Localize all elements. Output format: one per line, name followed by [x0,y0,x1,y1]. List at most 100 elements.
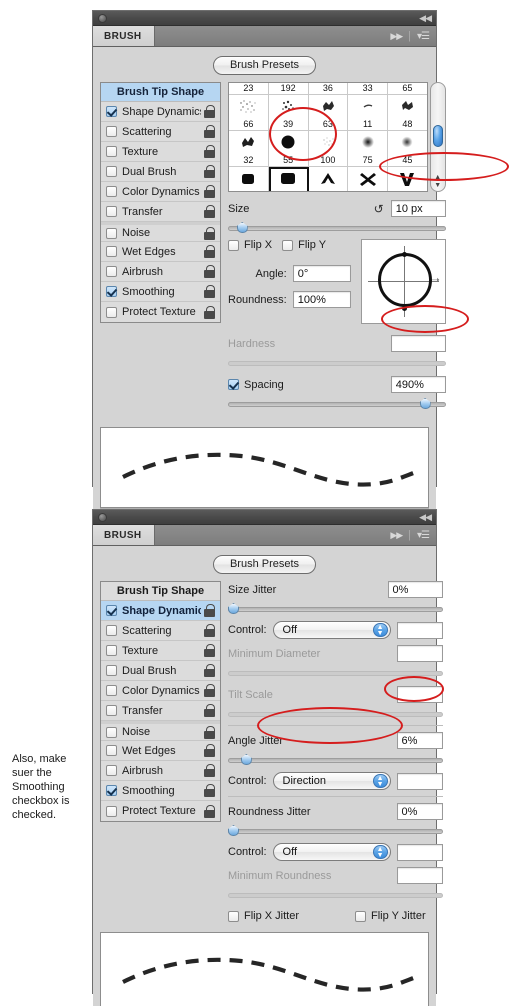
brush-cell[interactable]: 75 [388,167,427,191]
panel-titlebar[interactable]: ◀◀ [93,11,436,26]
checkbox-spacing[interactable] [228,379,239,390]
reset-circular-arrow-icon[interactable]: ↺ [374,203,384,215]
size-control-select[interactable]: Off ▲ ▼ [272,621,391,639]
slider-thumb[interactable] [419,398,431,409]
dial-handle-bottom[interactable] [401,306,407,311]
flip-x-jitter-control[interactable]: Flip X Jitter [228,910,299,922]
checkbox-airbrush[interactable] [106,765,117,776]
brush-grid-scrollbar[interactable]: ▲ ▼ [429,82,446,192]
sidebar-item-dual-brush[interactable]: Dual Brush [101,162,220,182]
sidebar-item-smoothing[interactable]: Smoothing [101,781,220,801]
collapse-panel-icon[interactable]: ◀◀ [419,512,432,523]
brush-cell[interactable]: 39 [269,95,309,130]
brush-cell[interactable]: 33 [348,83,388,94]
sidebar-item-scattering[interactable]: Scattering [101,122,220,142]
brush-cell[interactable]: 76 [309,167,349,191]
lock-icon[interactable] [204,664,216,677]
roundness-control-field[interactable] [396,843,443,861]
checkbox-color-dynamics[interactable] [106,186,117,197]
lock-icon[interactable] [204,764,216,777]
angle-control-field[interactable] [396,772,443,790]
sidebar-item-wet-edges[interactable]: Wet Edges [101,242,220,262]
lock-icon[interactable] [204,226,216,240]
expand-panel-icon[interactable]: ▶▶ [390,31,403,42]
checkbox-airbrush[interactable] [106,266,117,277]
checkbox-noise[interactable] [106,726,117,738]
tab-brush[interactable]: BRUSH [93,26,155,46]
angle-jitter-slider[interactable] [228,753,443,765]
flip-y-jitter-control[interactable]: Flip Y Jitter [355,910,426,922]
panel-menu-icon[interactable]: ▾☰ [417,31,430,42]
sidebar-item-texture[interactable]: Texture [101,142,220,162]
slider-thumb[interactable] [228,603,239,614]
checkbox-dual-brush[interactable] [106,166,117,177]
checkbox-shape-dynamics[interactable] [106,106,117,117]
sidebar-item-brush-tip-shape[interactable]: Brush Tip Shape [101,83,220,102]
sidebar-item-smoothing[interactable]: Smoothing [101,282,220,302]
scrollbar-arrows-icon[interactable]: ▲ ▼ [431,174,445,190]
lock-icon[interactable] [204,185,216,198]
lock-icon[interactable] [204,604,216,617]
lock-icon[interactable] [204,285,216,298]
checkbox-smoothing[interactable] [106,785,117,796]
sidebar-item-shape-dynamics[interactable]: Shape Dynamics [101,102,220,122]
window-control-dot-icon[interactable] [98,513,107,522]
brush-cell[interactable]: 23 [229,83,269,94]
sidebar-item-airbrush[interactable]: Airbrush [101,761,220,781]
brush-preset-grid[interactable]: 23 192 36 33 65 66 39 63 11 48 32 55 100… [228,82,428,192]
checkbox-texture[interactable] [106,146,117,157]
sidebar-item-transfer[interactable]: Transfer [101,202,220,222]
sidebar-item-transfer[interactable]: Transfer [101,701,220,721]
checkbox-transfer[interactable] [106,206,117,217]
lock-icon[interactable] [204,105,216,118]
slider-thumb[interactable] [236,222,248,233]
brush-cell[interactable]: 36 [309,83,349,94]
angle-roundness-dial[interactable]: ➝ [360,239,446,324]
sidebar-item-color-dynamics[interactable]: Color Dynamics [101,182,220,202]
checkbox-transfer[interactable] [106,705,117,716]
spacing-input[interactable]: 490% [390,376,446,393]
checkbox-color-dynamics[interactable] [106,685,117,696]
checkbox-flip-y-jitter[interactable] [355,910,367,922]
brush-cell[interactable]: 75 [348,131,388,166]
brush-cell[interactable]: 32 [229,131,269,166]
window-control-dot-icon[interactable] [98,14,107,23]
expand-panel-icon[interactable]: ▶▶ [390,530,403,541]
flip-x-control[interactable]: Flip X [228,239,272,251]
sidebar-item-noise[interactable]: Noise [101,721,220,741]
brush-presets-button[interactable]: Brush Presets [212,555,317,574]
size-jitter-input[interactable]: 0% [387,581,443,598]
size-jitter-slider[interactable] [228,602,443,614]
sidebar-item-protect-texture[interactable]: Protect Texture [101,302,220,322]
panel-titlebar[interactable]: ◀◀ [93,510,436,525]
sidebar-item-texture[interactable]: Texture [101,641,220,661]
lock-icon[interactable] [204,624,216,637]
angle-jitter-input[interactable]: 6% [396,732,443,749]
checkbox-flip-y[interactable] [282,239,294,251]
lock-icon[interactable] [204,305,216,319]
tab-brush[interactable]: BRUSH [93,525,155,545]
slider-thumb[interactable] [228,825,239,836]
panel-menu-icon[interactable]: ▾☰ [417,530,430,541]
chevron-updown-icon[interactable]: ▲ ▼ [372,845,388,859]
lock-icon[interactable] [204,245,216,258]
lock-icon[interactable] [204,784,216,797]
size-input[interactable]: 10 px [390,200,446,217]
sidebar-item-wet-edges[interactable]: Wet Edges [101,741,220,761]
size-slider[interactable] [228,221,446,233]
brush-cell[interactable]: 100 [309,131,349,166]
flip-y-control[interactable]: Flip Y [282,239,326,251]
lock-icon[interactable] [204,644,216,657]
lock-icon[interactable] [204,725,216,739]
slider-thumb[interactable] [240,754,252,765]
roundness-jitter-slider[interactable] [228,824,443,836]
brush-cell[interactable]: 11 [348,95,388,130]
sidebar-item-dual-brush[interactable]: Dual Brush [101,661,220,681]
brush-cell[interactable]: 45 [388,131,427,166]
brush-cell-selected[interactable]: 56 [268,167,309,191]
checkbox-protect-texture[interactable] [106,805,117,817]
lock-icon[interactable] [204,704,216,717]
lock-icon[interactable] [204,125,216,138]
lock-icon[interactable] [204,684,216,697]
roundness-input[interactable]: 100% [292,291,351,308]
